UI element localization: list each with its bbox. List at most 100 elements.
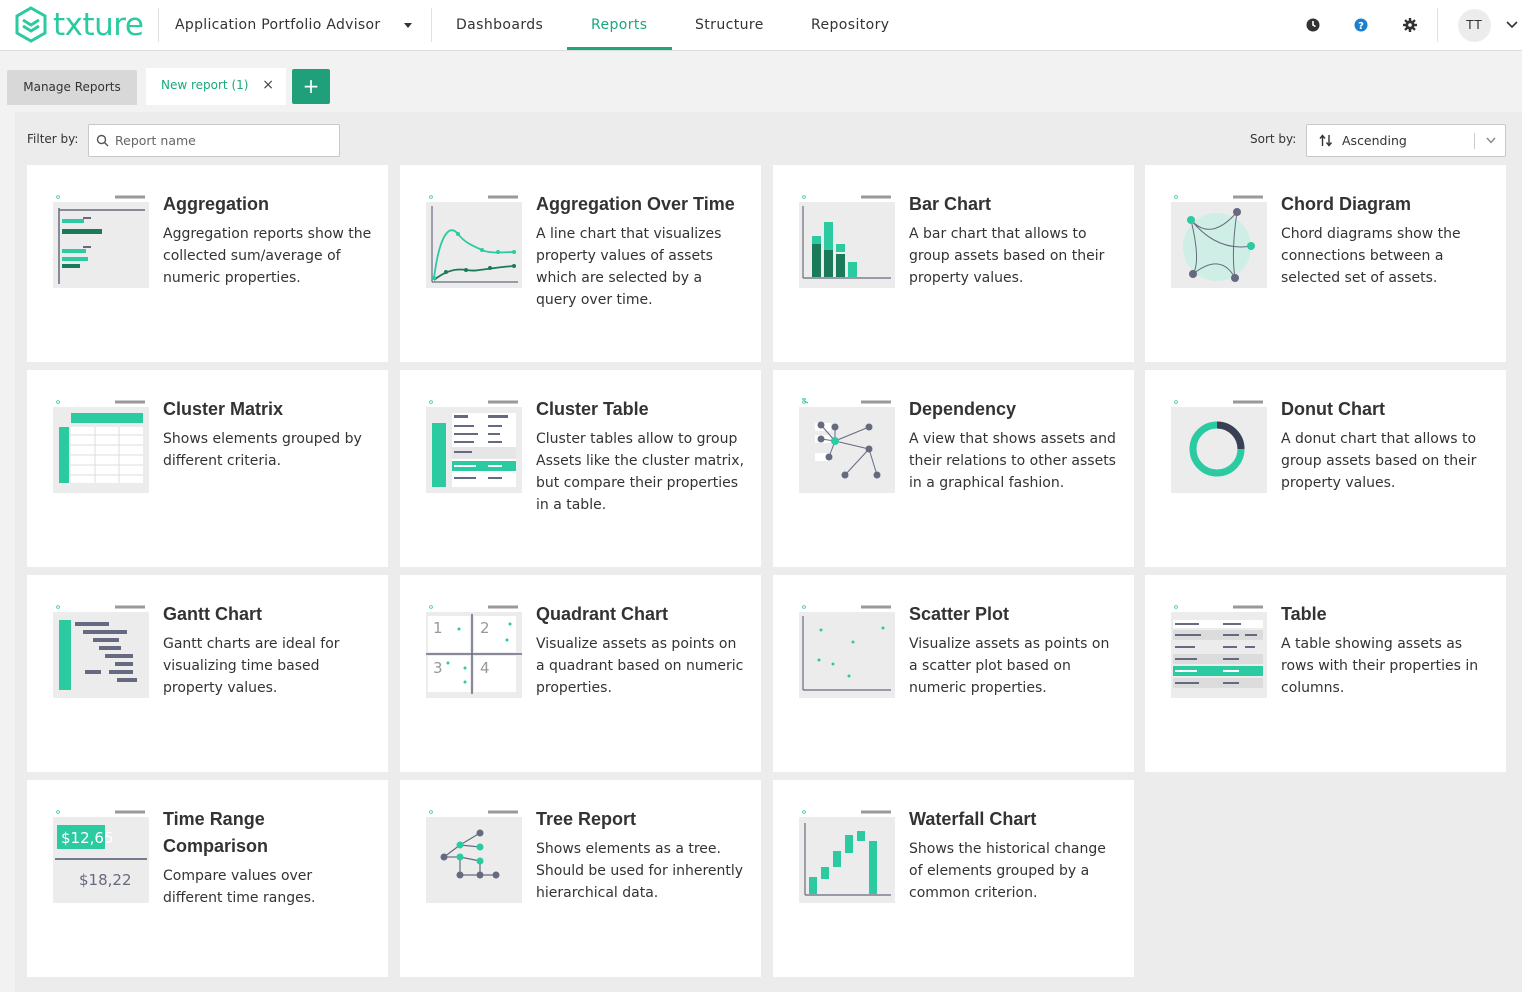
divider <box>1437 8 1438 42</box>
report-card-cluster-table[interactable]: Cluster Table Cluster tables allow to gro… <box>400 370 761 567</box>
time-range-value-2: $18,22 <box>79 871 132 889</box>
divider <box>431 8 432 42</box>
report-card-description: A table showing assets as rows with thei… <box>1281 636 1479 696</box>
svg-text:?: ? <box>1358 21 1364 32</box>
report-card-title: Cluster Matrix <box>163 399 284 419</box>
report-card-aggregation-over-time[interactable]: Aggregation Over Time A line chart that v… <box>400 165 761 362</box>
sort-value: Ascending <box>1342 133 1407 148</box>
report-tabs: Manage Reports New report (1) × + <box>0 51 1522 105</box>
txture-logo-icon <box>15 6 47 43</box>
table-icon <box>1171 602 1267 698</box>
scatter-plot-icon <box>799 602 895 698</box>
gear-icon[interactable] <box>1402 17 1418 33</box>
top-bar: txture Application Portfolio Advisor Das… <box>0 0 1522 51</box>
close-tab-icon[interactable]: × <box>262 68 274 103</box>
report-card-title: Aggregation <box>163 194 269 214</box>
report-card-description: A view that shows assets and their relat… <box>909 431 1116 491</box>
chord-diagram-icon <box>1171 192 1267 288</box>
divider <box>1474 133 1475 149</box>
report-card-description: Chord diagrams show the connections betw… <box>1281 226 1461 286</box>
user-avatar[interactable]: TT <box>1458 9 1491 42</box>
add-tab-button[interactable]: + <box>292 69 330 104</box>
bar-chart-icon <box>799 192 895 288</box>
report-card-title: Waterfall Chart <box>909 809 1037 829</box>
report-card-description: Shows elements as a tree. Should be used… <box>536 841 744 901</box>
clock-icon[interactable] <box>1305 17 1321 33</box>
report-card-description: Shows the historical change of elements … <box>909 841 1106 901</box>
report-name-input[interactable] <box>115 125 335 156</box>
time-range-value-1: $12,65 <box>61 829 114 847</box>
report-card-chord-diagram[interactable]: Chord Diagram Chord diagrams show the con… <box>1145 165 1506 362</box>
dependency-icon <box>799 397 895 493</box>
donut-chart-icon <box>1171 397 1267 493</box>
sort-select[interactable]: Ascending <box>1306 124 1506 157</box>
report-card-title: Dependency <box>909 399 1017 419</box>
brand-name: txture <box>53 7 144 43</box>
active-nav-indicator <box>567 47 672 50</box>
quadrant-label-3: 3 <box>433 659 443 677</box>
search-icon <box>96 134 109 147</box>
nav-reports[interactable]: Reports <box>591 0 648 51</box>
report-card-description: Aggregation reports show the collected s… <box>163 226 372 286</box>
app-switcher-label[interactable]: Application Portfolio Advisor <box>175 0 380 51</box>
report-card-description: Visualize assets as points on a scatter … <box>909 636 1110 696</box>
chevron-down-icon[interactable] <box>1505 20 1519 30</box>
tab-new-report-label: New report (1) <box>161 78 249 92</box>
cluster-table-icon <box>426 397 522 493</box>
report-card-title: Quadrant Chart <box>536 604 669 624</box>
filter-label: Filter by: <box>27 132 79 146</box>
txture-logo[interactable]: txture <box>14 6 144 44</box>
quadrant-label-2: 2 <box>480 619 490 637</box>
report-card-waterfall-chart[interactable]: Waterfall Chart Shows the historical chan… <box>773 780 1134 977</box>
tree-report-icon <box>426 807 522 903</box>
cluster-matrix-icon <box>53 397 149 493</box>
gantt-chart-icon <box>53 602 149 698</box>
report-card-aggregation[interactable]: Aggregation Aggregation reports show the … <box>27 165 388 362</box>
report-card-description: Cluster tables allow to group Assets lik… <box>536 431 745 513</box>
report-card-description: Gantt charts are ideal for visualizing t… <box>163 636 340 696</box>
nav-structure[interactable]: Structure <box>695 0 764 51</box>
report-card-bar-chart[interactable]: Bar Chart A bar chart that allows to grou… <box>773 165 1134 362</box>
report-card-quadrant-chart[interactable]: 1 2 3 4 Quadrant Chart Visualize assets as po… <box>400 575 761 772</box>
report-card-time-range-comparison[interactable]: $12,65 $18,22 Time Range Comparison Compare… <box>27 780 388 977</box>
sort-label: Sort by: <box>1250 132 1297 146</box>
tab-manage-reports[interactable]: Manage Reports <box>7 70 137 105</box>
report-card-title: Cluster Table <box>536 399 649 419</box>
report-card-description: A donut chart that allows to group asset… <box>1281 431 1477 491</box>
report-card-description: Shows elements grouped by different crit… <box>163 431 362 469</box>
aggregation-icon <box>53 192 149 288</box>
report-card-title: Donut Chart <box>1281 399 1385 419</box>
chevron-down-icon <box>1486 137 1496 144</box>
waterfall-chart-icon <box>799 807 895 903</box>
report-card-title: Table <box>1281 604 1327 624</box>
filter-field[interactable] <box>88 124 340 157</box>
divider <box>158 8 159 42</box>
quadrant-chart-icon: 1 2 3 4 <box>426 602 522 698</box>
report-card-gantt-chart[interactable]: Gantt Chart Gantt charts are ideal for vi… <box>27 575 388 772</box>
report-card-table[interactable]: Table A table showing assets as rows with… <box>1145 575 1506 772</box>
tab-new-report[interactable]: New report (1) × <box>146 68 286 105</box>
report-card-donut-chart[interactable]: Donut Chart A donut chart that allows to … <box>1145 370 1506 567</box>
aggregation-over-time-icon <box>426 192 522 288</box>
report-card-title: Bar Chart <box>909 194 992 214</box>
report-card-title: Scatter Plot <box>909 604 1010 624</box>
time-range-comparison-icon: $12,65 $18,22 <box>53 807 149 903</box>
report-card-title: Tree Report <box>536 809 637 829</box>
report-card-title: Time Range Comparison <box>163 809 269 856</box>
nav-dashboards[interactable]: Dashboards <box>456 0 543 51</box>
report-card-dependency[interactable]: Dependency A view that shows assets and t… <box>773 370 1134 567</box>
report-card-description: Visualize assets as points on a quadrant… <box>536 636 744 696</box>
help-icon[interactable]: ? <box>1353 17 1369 33</box>
report-card-tree-report[interactable]: Tree Report Shows elements as a tree. Sho… <box>400 780 761 977</box>
caret-down-icon[interactable] <box>402 20 414 30</box>
report-card-description: Compare values over different time range… <box>163 868 316 906</box>
nav-repository[interactable]: Repository <box>811 0 889 51</box>
report-card-title: Gantt Chart <box>163 604 262 624</box>
quadrant-label-1: 1 <box>433 619 443 637</box>
report-card-scatter-plot[interactable]: Scatter Plot Visualize assets as points o… <box>773 575 1134 772</box>
report-card-title: Chord Diagram <box>1281 194 1412 214</box>
report-card-description: A line chart that visualizes property va… <box>536 226 722 308</box>
sort-ascending-icon <box>1319 134 1333 147</box>
report-card-cluster-matrix[interactable]: Cluster Matrix Shows elements grouped by … <box>27 370 388 567</box>
report-card-description: A bar chart that allows to group assets … <box>909 226 1105 286</box>
